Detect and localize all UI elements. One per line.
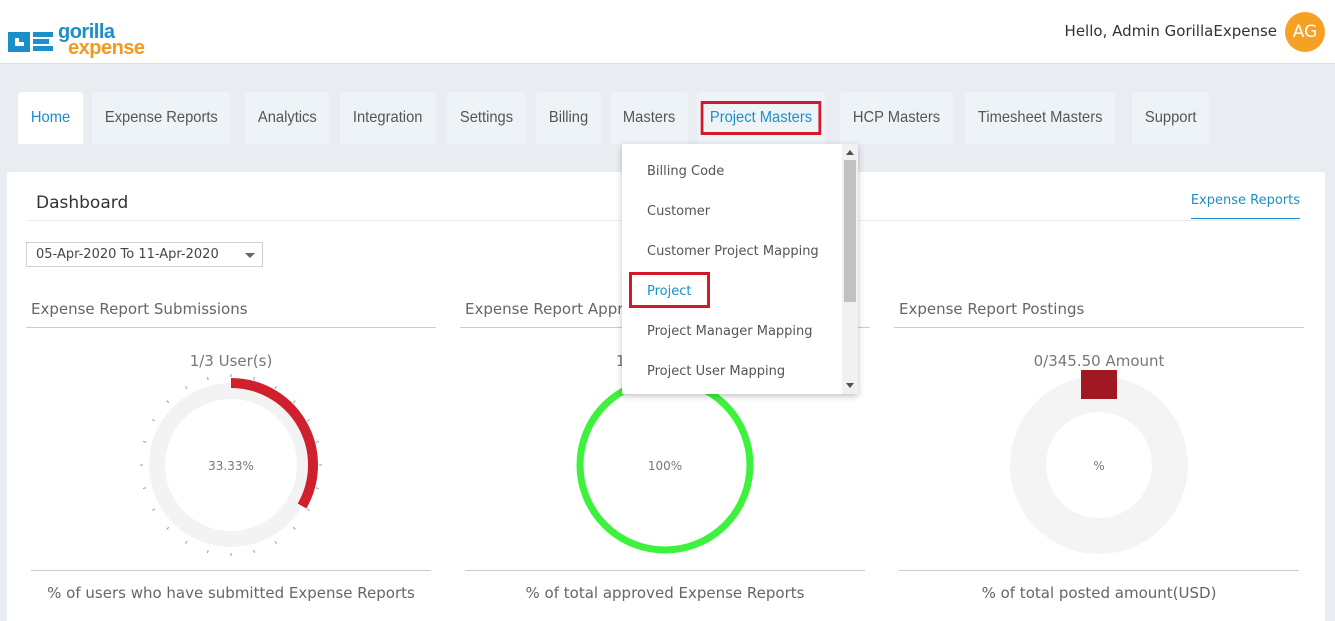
expense-reports-link[interactable]: Expense Reports (1190, 193, 1300, 219)
gauge-tick (185, 540, 188, 545)
logo-mark-icon (8, 32, 53, 52)
scroll-up-arrow-icon[interactable] (846, 150, 854, 155)
tab-timesheet-masters[interactable]: Timesheet Masters (965, 92, 1116, 144)
logo-word-expense: expense (68, 37, 145, 59)
menu-item-billing-code[interactable]: Billing Code (647, 164, 724, 179)
menu-item-customer-project-mapping[interactable]: Customer Project Mapping (647, 244, 819, 259)
footer-divider (899, 570, 1299, 571)
menu-item-project-user-mapping[interactable]: Project User Mapping (647, 364, 785, 379)
gauge-tick (315, 487, 320, 490)
user-greeting: Hello, Admin GorillaExpense (1064, 22, 1277, 40)
gauge-tick (142, 487, 147, 490)
gauge-tick (306, 419, 311, 422)
gauge-tick (274, 540, 277, 545)
gauge-tick (151, 508, 156, 511)
date-range-select[interactable]: 05-Apr-2020 To 11-Apr-2020 (26, 242, 263, 267)
gauge-tick (253, 549, 256, 554)
gauge-value-marker (1081, 370, 1117, 399)
app-header: gorilla expense Hello, Admin GorillaExpe… (0, 0, 1335, 64)
user-avatar[interactable]: AG (1285, 12, 1325, 52)
scroll-down-arrow-icon[interactable] (846, 383, 854, 388)
submissions-gauge: 33.33% (140, 374, 322, 556)
postings-panel: Expense Report Postings 0/345.50 Amount … (894, 300, 1304, 602)
panel-subtitle: 1/3 User(s) (189, 352, 273, 370)
dropdown-scrollbar[interactable] (842, 144, 858, 394)
gauge-tick (151, 419, 156, 422)
footer-divider (31, 570, 431, 571)
menu-item-customer[interactable]: Customer (647, 204, 710, 219)
postings-gauge: % (1010, 370, 1188, 554)
panel-divider (26, 327, 436, 328)
scrollbar-thumb[interactable] (844, 160, 856, 302)
panel-footer: % of total approved Expense Reports (525, 584, 805, 602)
menu-item-project[interactable]: Project (647, 284, 691, 299)
gauge-tick (274, 385, 277, 390)
tab-project-masters[interactable]: Project Masters (697, 92, 826, 144)
page-title: Dashboard (36, 193, 129, 213)
panel-title: Expense Report Postings (899, 300, 1085, 318)
gauge-tick (142, 440, 147, 443)
tab-expense-reports[interactable]: Expense Reports (91, 92, 231, 144)
tab-hcp-masters[interactable]: HCP Masters (839, 92, 953, 144)
tab-home[interactable]: Home (18, 92, 84, 144)
gauge-tick (206, 549, 209, 554)
panel-title: Expense Report Submissions (31, 300, 248, 318)
chevron-down-icon (245, 253, 255, 258)
gauge-tick (253, 376, 256, 381)
project-masters-dropdown: Billing Code Customer Customer Project Map… (622, 144, 858, 394)
tab-integration[interactable]: Integration (340, 92, 436, 144)
panel-subtitle: 0/345.50 Amount (1033, 352, 1165, 370)
date-range-value: 05-Apr-2020 To 11-Apr-2020 (36, 247, 219, 262)
tab-settings[interactable]: Settings (447, 92, 527, 144)
gauge-tick (166, 526, 170, 530)
gauge-tick (292, 400, 296, 404)
gorilla-expense-logo[interactable]: gorilla expense (6, 22, 166, 64)
footer-divider (465, 570, 865, 571)
gauge-tick (206, 376, 209, 381)
tab-billing[interactable]: Billing (535, 92, 601, 144)
gauge-tick (166, 400, 170, 404)
gauge-center-label: 100% (648, 459, 682, 473)
gauge-center-label: 33.33% (208, 459, 254, 473)
submissions-panel: Expense Report Submissions 1/3 User(s) 3… (26, 300, 436, 602)
menu-item-project-manager-mapping[interactable]: Project Manager Mapping (647, 324, 813, 339)
panel-footer: % of users who have submitted Expense Re… (47, 584, 415, 602)
gauge-tick (292, 526, 296, 530)
approvals-gauge: 100% (576, 376, 754, 554)
panel-divider (894, 327, 1304, 328)
panel-footer: % of total posted amount(USD) (981, 584, 1217, 602)
tab-support[interactable]: Support (1131, 92, 1210, 144)
tab-masters[interactable]: Masters (609, 92, 688, 144)
main-nav: Home Expense Reports Analytics Integration S… (18, 92, 1219, 144)
gauge-center-label: % (1093, 459, 1104, 473)
gauge-tick (185, 385, 188, 390)
gauge-tick (315, 440, 320, 443)
tab-analytics[interactable]: Analytics (245, 92, 331, 144)
gauge-tick (306, 508, 311, 511)
